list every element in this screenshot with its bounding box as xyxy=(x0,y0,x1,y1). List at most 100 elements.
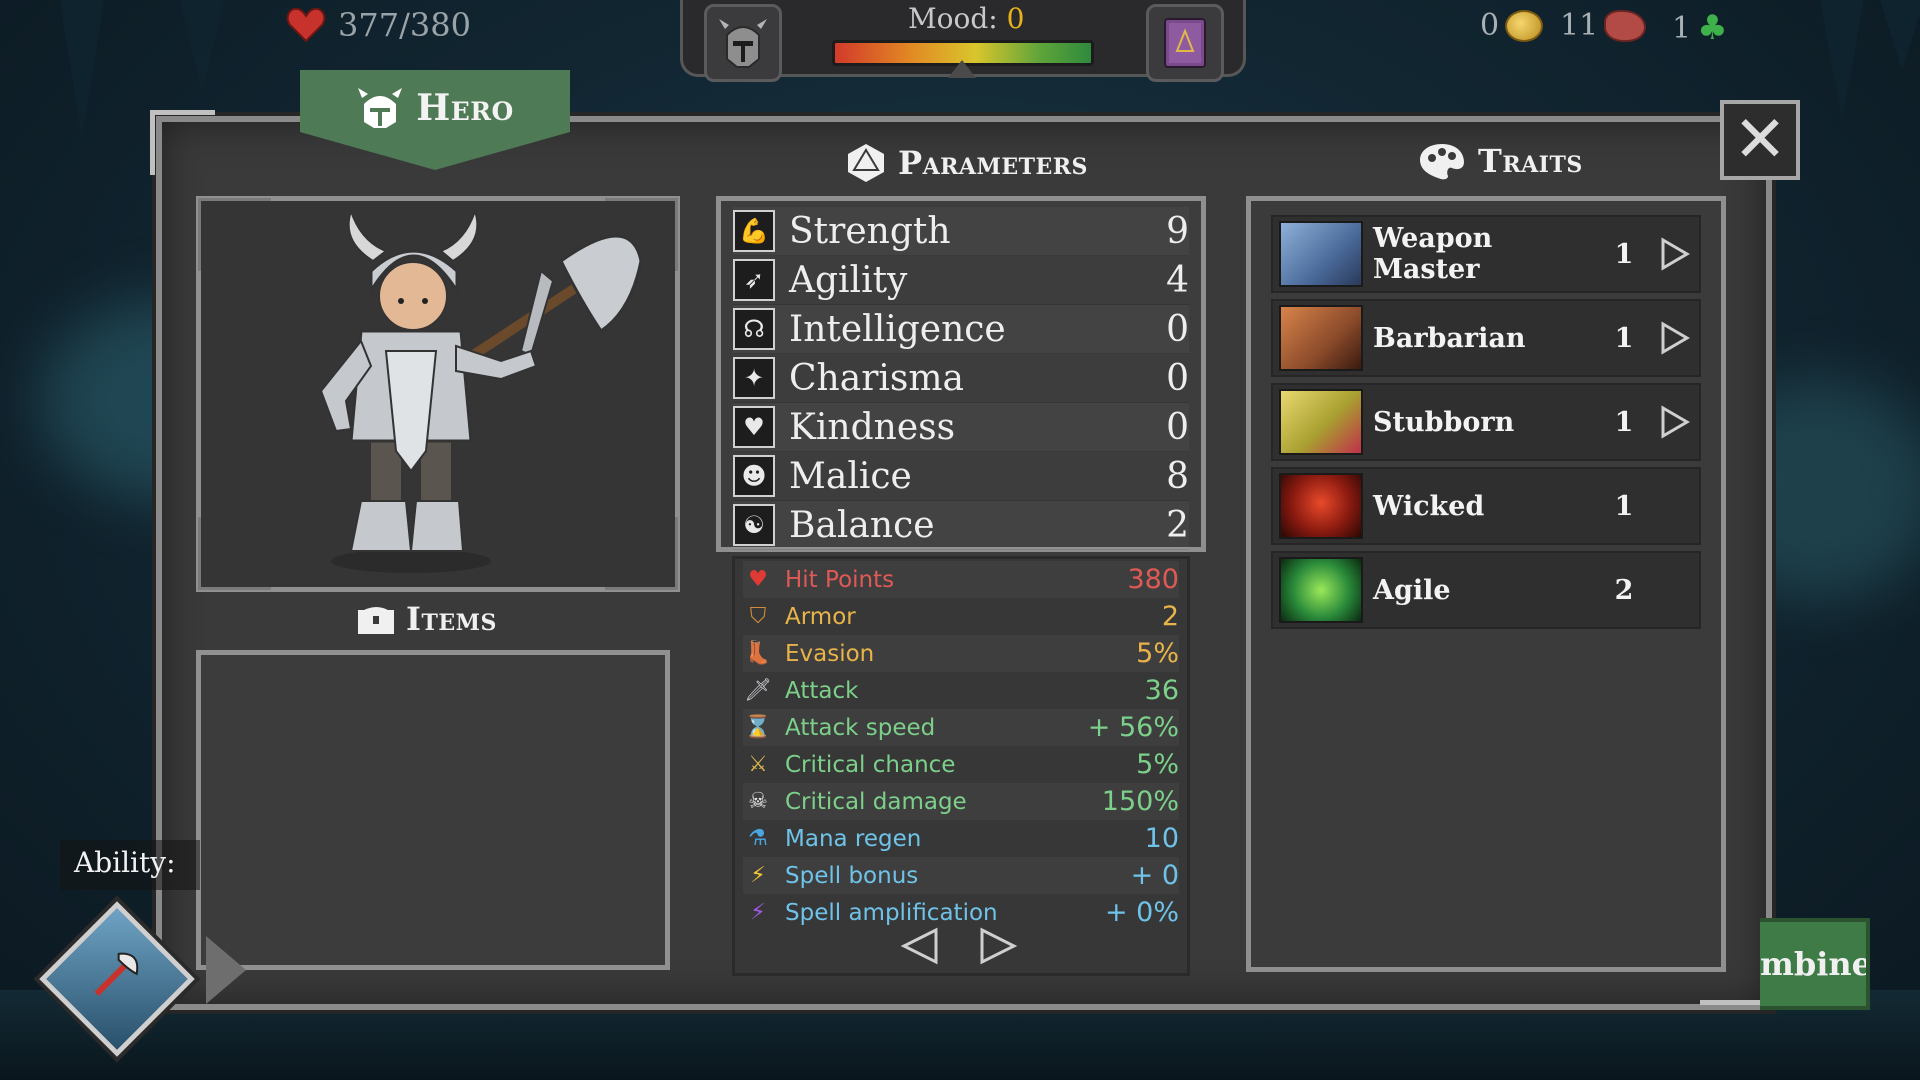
trait-row-stubborn[interactable]: Stubborn 1 xyxy=(1271,383,1701,461)
lightning-icon: ⚡ xyxy=(750,863,766,888)
hero-tab-label: Hero xyxy=(416,87,514,129)
stat-name: Critical damage xyxy=(785,788,967,815)
trait-arrow-placeholder xyxy=(1649,570,1699,610)
helmet-icon[interactable] xyxy=(704,4,782,82)
coins-icon xyxy=(1505,9,1544,42)
trait-row-weapon-master[interactable]: Weapon Master 1 xyxy=(1271,215,1701,293)
stat-name: Mana regen xyxy=(785,825,922,852)
mood-label: Mood: 0 xyxy=(908,2,1024,35)
ability-next-arrow[interactable] xyxy=(206,936,246,1004)
stat-row-spell-bonus: ⚡ Spell bonus + 0 xyxy=(743,857,1179,894)
combine-button[interactable]: mbine xyxy=(1760,918,1870,1010)
trait-name: Barbarian xyxy=(1373,322,1526,354)
stat-value: 36 xyxy=(1144,675,1179,706)
top-hud: 377/380 Mood: 0 0 11 1 ♣ xyxy=(0,0,1920,82)
meat-icon xyxy=(1604,9,1647,42)
potion-icon: ⚗ xyxy=(748,826,768,851)
param-name: Strength xyxy=(789,210,951,252)
helmet-icon xyxy=(358,88,403,128)
trait-name: Weapon Master xyxy=(1373,223,1493,285)
crossed-swords-icon: ⚔ xyxy=(748,752,768,777)
close-button[interactable]: ✕ xyxy=(1720,100,1800,180)
traits-list: Weapon Master 1 Barbarian 1 Stubborn 1 W… xyxy=(1246,196,1726,972)
trait-expand-arrow[interactable] xyxy=(1649,318,1699,358)
stat-row-armor: ⛉ Armor 2 xyxy=(743,598,1179,635)
boot-icon: 👢 xyxy=(744,641,772,666)
items-header: Items xyxy=(356,600,497,638)
stat-value: 380 xyxy=(1127,564,1179,595)
mood-pointer xyxy=(948,60,976,78)
stat-name: Armor xyxy=(785,603,856,630)
param-name: Malice xyxy=(789,455,912,497)
stat-row-critical-chance: ⚔ Critical chance 5% xyxy=(743,746,1179,783)
trait-level: 1 xyxy=(1614,406,1634,438)
kindness-icon: ♥ xyxy=(733,406,775,448)
axe-icon xyxy=(89,946,145,1013)
hp-value: 377/380 xyxy=(338,6,471,44)
stat-name: Spell amplification xyxy=(785,899,998,926)
malice-icon: ☻ xyxy=(733,455,775,497)
purple-lightning-icon: ⚡ xyxy=(750,900,766,925)
trait-name: Stubborn xyxy=(1373,406,1515,438)
trait-row-barbarian[interactable]: Barbarian 1 xyxy=(1271,299,1701,377)
parameters-list: 💪 Strength 9 ➶ Agility 4 ☊ Intelligence … xyxy=(716,196,1206,552)
meat-counter: 11 xyxy=(1560,8,1647,43)
wicked-portrait xyxy=(1279,473,1363,539)
stat-value: 2 xyxy=(1161,601,1179,632)
stat-name: Hit Points xyxy=(785,566,895,593)
agility-icon: ➶ xyxy=(733,259,775,301)
agile-portrait xyxy=(1279,557,1363,623)
panel-corner xyxy=(150,110,215,175)
heart-icon xyxy=(286,7,326,43)
items-slot-area[interactable] xyxy=(196,650,670,970)
trait-row-wicked[interactable]: Wicked 1 xyxy=(1271,467,1701,545)
next-arrow-button[interactable] xyxy=(978,926,1018,966)
stat-row-hit-points: ♥ Hit Points 380 xyxy=(743,561,1179,598)
prev-arrow-button[interactable] xyxy=(900,926,940,966)
shield-icon: ⛉ xyxy=(749,604,767,629)
meat-value: 11 xyxy=(1560,8,1599,43)
param-name: Agility xyxy=(789,259,908,301)
trait-row-agile[interactable]: Agile 2 xyxy=(1271,551,1701,629)
gold-counter: 0 xyxy=(1480,8,1544,43)
hero-portrait xyxy=(196,196,680,592)
clover-icon: ♣ xyxy=(1697,8,1728,48)
param-row-charisma: ✦ Charisma 0 xyxy=(733,354,1189,403)
items-title: Items xyxy=(406,600,497,638)
trait-expand-arrow[interactable] xyxy=(1649,234,1699,274)
trait-level: 1 xyxy=(1614,238,1634,270)
hourglass-icon: ⌛ xyxy=(744,715,772,740)
intelligence-icon: ☊ xyxy=(733,308,775,350)
param-value: 0 xyxy=(1166,308,1189,350)
stat-name: Evasion xyxy=(785,640,875,667)
stat-row-attack: 🗡 Attack 36 xyxy=(743,672,1179,709)
param-value: 9 xyxy=(1166,210,1189,252)
trait-level: 1 xyxy=(1614,490,1634,522)
chest-icon xyxy=(358,607,394,634)
stat-row-evasion: 👢 Evasion 5% xyxy=(743,635,1179,672)
strength-icon: 💪 xyxy=(733,210,775,252)
parameters-header: Parameters xyxy=(846,142,1088,184)
traits-header: Traits xyxy=(1418,142,1583,180)
stat-value: 5% xyxy=(1136,638,1179,669)
param-name: Balance xyxy=(789,504,935,546)
stat-value: + 56% xyxy=(1087,712,1179,743)
traits-title: Traits xyxy=(1478,142,1583,180)
param-row-kindness: ♥ Kindness 0 xyxy=(733,403,1189,452)
stat-value: + 0% xyxy=(1104,897,1179,928)
trait-expand-arrow[interactable] xyxy=(1649,402,1699,442)
param-name: Intelligence xyxy=(789,308,1006,350)
close-icon: ✕ xyxy=(1733,103,1787,177)
d20-icon xyxy=(848,144,884,182)
stat-row-mana-regen: ⚗ Mana regen 10 xyxy=(743,820,1179,857)
sword-icon: 🗡 xyxy=(744,678,772,703)
mood-label-text: Mood: xyxy=(908,2,998,35)
param-value: 0 xyxy=(1166,357,1189,399)
hero-figure xyxy=(319,207,643,573)
parameters-title: Parameters xyxy=(898,144,1088,182)
param-row-strength: 💪 Strength 9 xyxy=(733,207,1189,256)
barbarian-portrait xyxy=(1279,305,1363,371)
combine-label: mbine xyxy=(1760,945,1870,983)
spellbook-icon[interactable] xyxy=(1146,4,1224,82)
param-value: 0 xyxy=(1166,406,1189,448)
